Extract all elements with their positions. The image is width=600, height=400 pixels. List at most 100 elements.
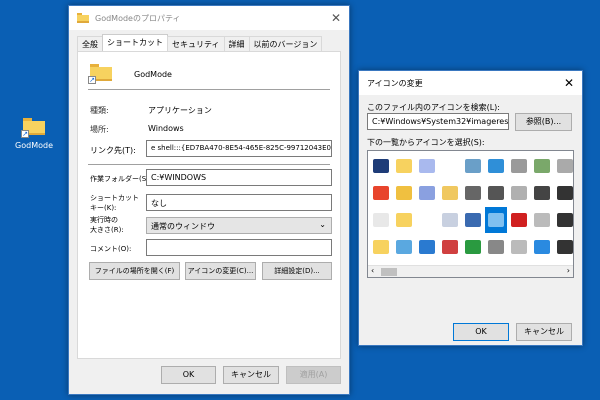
- ok-button[interactable]: OK: [453, 323, 509, 341]
- icon-option-film[interactable]: [462, 207, 484, 233]
- icon-option-document-blue[interactable]: [416, 153, 438, 179]
- icon-option-drive-green[interactable]: [531, 153, 553, 179]
- ok-button[interactable]: OK: [161, 366, 216, 384]
- hotkey-label-2: キー(K):: [90, 204, 117, 212]
- hotkey-label-1: ショートカット: [90, 194, 139, 202]
- icon-option-drive[interactable]: [531, 207, 553, 233]
- target-input[interactable]: e shell:::{ED7BA470-8E54-465E-825C-99712…: [146, 140, 332, 157]
- run-label-2: 大きさ(R):: [90, 226, 124, 234]
- icon-option-folder-search[interactable]: [439, 180, 461, 206]
- divider: [88, 164, 330, 165]
- music-icon: [465, 186, 481, 200]
- title-bar: GodModeのプロパティ: [69, 6, 349, 30]
- blank-icon: [442, 159, 458, 173]
- workdir-input[interactable]: C:¥WINDOWS: [146, 169, 332, 186]
- icon-option-drive-error[interactable]: [508, 207, 530, 233]
- icon-option-window[interactable]: [416, 234, 438, 260]
- icon-option-memory-chip[interactable]: [531, 180, 553, 206]
- change-icon-button[interactable]: アイコンの変更(C)...: [185, 262, 256, 280]
- scroll-left-icon[interactable]: ‹: [371, 266, 374, 275]
- icon-option-network-globe[interactable]: [485, 153, 507, 179]
- drive-webcam-icon: [511, 186, 527, 200]
- folder-thin-icon: [396, 213, 412, 227]
- tab-previous-versions[interactable]: 以前のバージョン: [248, 36, 323, 51]
- drive-cd-icon: [557, 159, 573, 173]
- document-icon: [373, 213, 389, 227]
- icon-option-control-panel[interactable]: [485, 207, 507, 233]
- icon-option-dvd-r[interactable]: [554, 207, 573, 233]
- icon-option-dvd-rom[interactable]: [554, 234, 573, 260]
- tab-shortcut[interactable]: ショートカット: [102, 34, 168, 51]
- icon-option-picture[interactable]: [462, 153, 484, 179]
- icon-option-blank[interactable]: [439, 153, 461, 179]
- browse-button[interactable]: 参照(B)...: [515, 113, 572, 131]
- cancel-button[interactable]: キャンセル: [516, 323, 572, 341]
- type-value: アプリケーション: [148, 106, 212, 115]
- icon-option-printer[interactable]: [485, 180, 507, 206]
- type-label: 種類:: [90, 106, 109, 115]
- icon-option-document-blue-thin[interactable]: [416, 180, 438, 206]
- drive-green-icon: [534, 159, 550, 173]
- target-label: リンク先(T):: [90, 146, 136, 155]
- document-blue-icon: [419, 159, 435, 173]
- tab-bar: 全般 ショートカット セキュリティ 詳細 以前のバージョン: [77, 34, 323, 51]
- icon-option-dvd[interactable]: [554, 180, 573, 206]
- folder-search-icon: [442, 186, 458, 200]
- icon-option-drive-floppy[interactable]: [508, 153, 530, 179]
- dvd-r-icon: [557, 213, 573, 227]
- icon-option-search[interactable]: [393, 234, 415, 260]
- icon-option-text-document[interactable]: [439, 207, 461, 233]
- divider: [88, 89, 330, 90]
- scroll-right-icon[interactable]: ›: [567, 266, 570, 275]
- shield-icon: [373, 186, 389, 200]
- icon-option-folder-open[interactable]: [393, 180, 415, 206]
- close-icon[interactable]: ✕: [331, 11, 341, 25]
- icon-option-music[interactable]: [462, 180, 484, 206]
- drive-floppy-icon: [511, 159, 527, 173]
- search-icon: [396, 240, 412, 254]
- run-size-select[interactable]: 通常のウィンドウ ⌄: [146, 217, 332, 234]
- icon-option-drive-2[interactable]: [508, 234, 530, 260]
- icon-option-monitors[interactable]: [370, 153, 392, 179]
- icon-option-document[interactable]: [370, 207, 392, 233]
- horizontal-scrollbar[interactable]: ‹ ›: [368, 265, 573, 277]
- location-label: 場所:: [90, 125, 109, 134]
- icon-option-mail[interactable]: [439, 234, 461, 260]
- mail-icon: [442, 240, 458, 254]
- tab-general[interactable]: 全般: [77, 36, 103, 51]
- search-label: このファイル内のアイコンを検索(L):: [367, 103, 500, 112]
- dvd-rom-icon: [557, 240, 573, 254]
- folder-icon: [77, 13, 89, 23]
- advanced-button[interactable]: 詳細設定(D)...: [262, 262, 332, 280]
- icon-option-folder-thin[interactable]: [393, 207, 415, 233]
- scroll-thumb[interactable]: [381, 268, 397, 276]
- drive-windows-icon: [534, 240, 550, 254]
- hotkey-input[interactable]: なし: [146, 194, 332, 211]
- drive-2-icon: [511, 240, 527, 254]
- run-size-value: 通常のウィンドウ: [151, 222, 215, 231]
- icon-option-drive-cd[interactable]: [554, 153, 573, 179]
- apply-button[interactable]: 適用(A): [286, 366, 341, 384]
- folder-narrow-icon: [373, 240, 389, 254]
- close-icon[interactable]: ✕: [564, 76, 574, 90]
- window-title: GodModeのプロパティ: [95, 13, 181, 23]
- icon-option-shield[interactable]: [370, 180, 392, 206]
- tab-security[interactable]: セキュリティ: [167, 36, 225, 51]
- desktop-icon-label: GodMode: [15, 141, 53, 150]
- open-file-location-button[interactable]: ファイルの場所を開く(F): [89, 262, 180, 280]
- location-value: Windows: [148, 124, 184, 133]
- icon-option-window-check[interactable]: [462, 234, 484, 260]
- cancel-button[interactable]: キャンセル: [223, 366, 279, 384]
- comment-input[interactable]: [146, 239, 332, 256]
- tab-details[interactable]: 詳細: [223, 36, 250, 51]
- folder-shortcut-icon: ↗: [21, 118, 45, 138]
- monitors-icon: [373, 159, 389, 173]
- desktop-icon-godmode[interactable]: ↗ GodMode: [14, 118, 54, 150]
- icon-option-drive-webcam[interactable]: [508, 180, 530, 206]
- icon-option-drive-floppy-2[interactable]: [485, 234, 507, 260]
- icon-option-folder[interactable]: [393, 153, 415, 179]
- icon-option-folder-narrow[interactable]: [370, 234, 392, 260]
- properties-window: GodModeのプロパティ ✕ 全般 ショートカット セキュリティ 詳細 以前の…: [68, 5, 350, 395]
- icon-option-drive-windows[interactable]: [531, 234, 553, 260]
- icon-file-path-input[interactable]: C:¥Windows¥System32¥imageres.dll: [367, 113, 509, 130]
